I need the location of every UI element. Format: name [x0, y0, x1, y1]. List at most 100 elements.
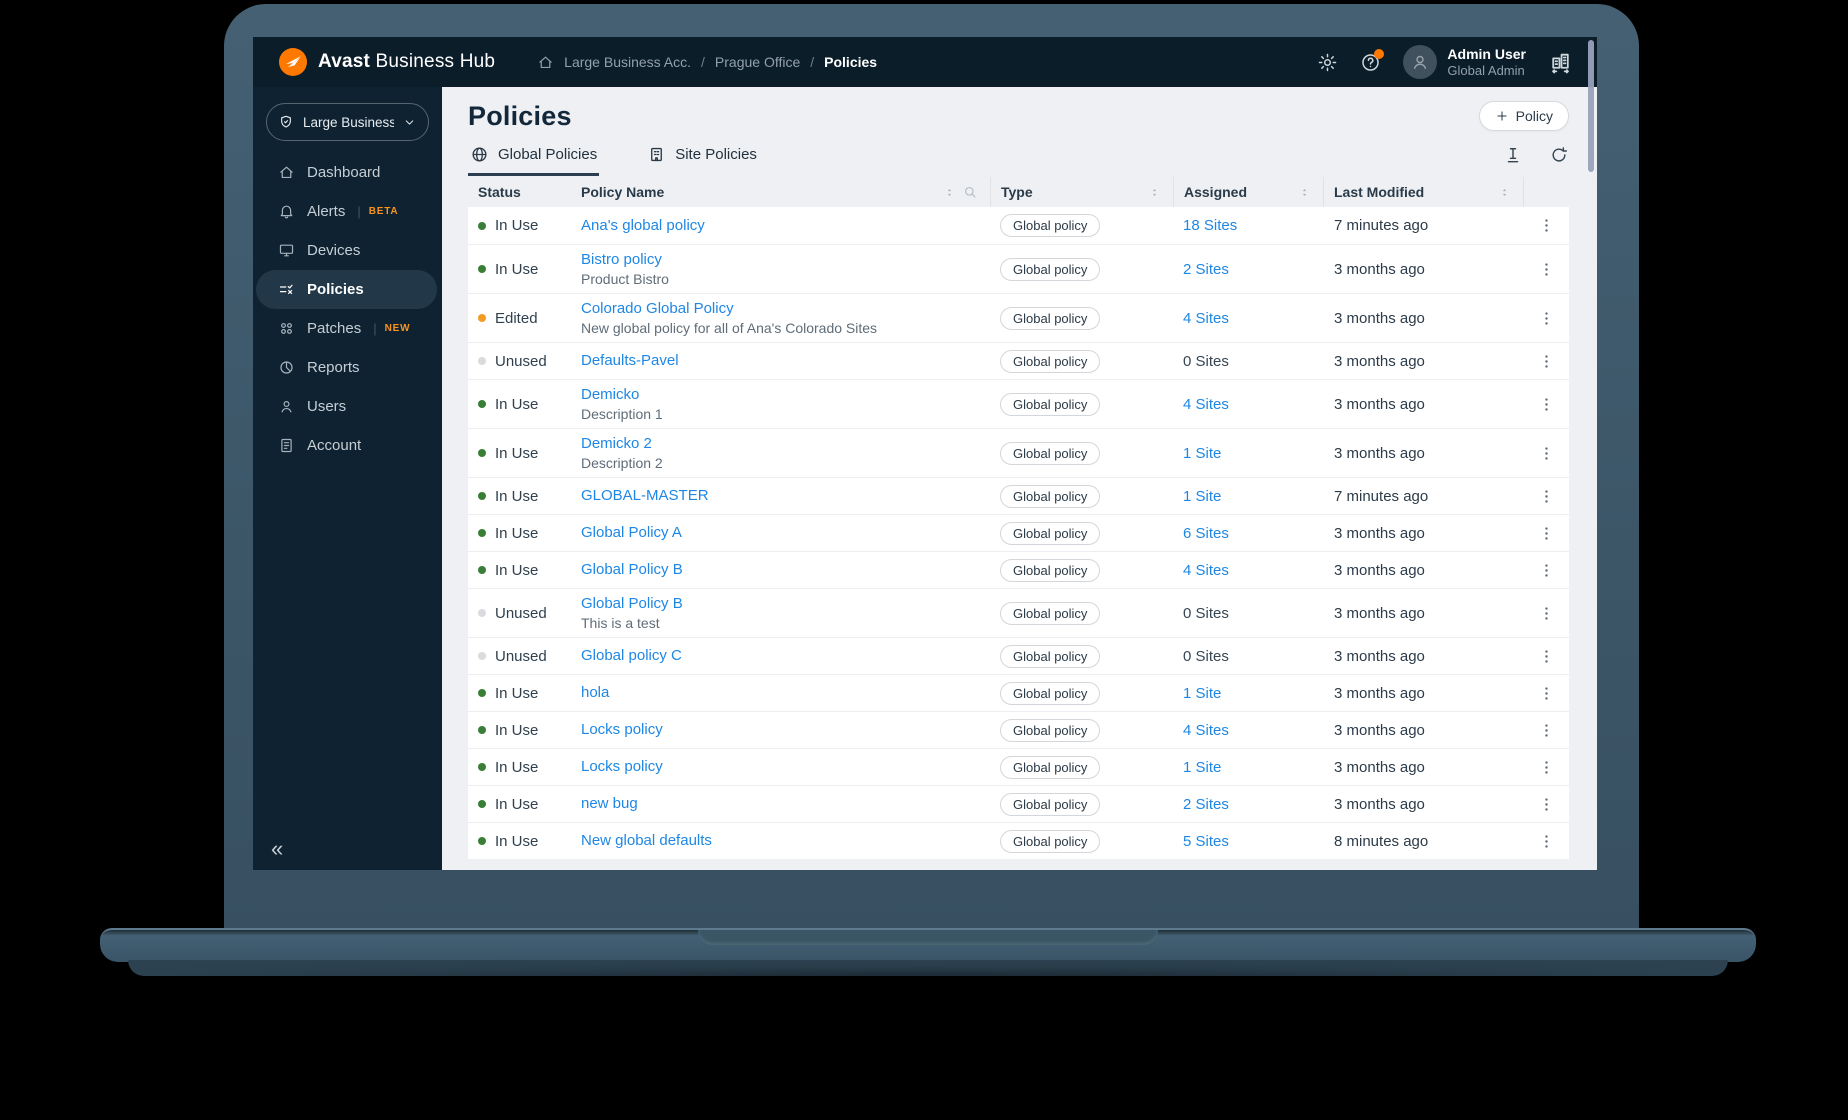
sidebar-item-alerts[interactable]: Alerts | BETA [253, 192, 442, 231]
row-actions-button[interactable] [1523, 310, 1569, 327]
tab-site-policies[interactable]: Site Policies [645, 140, 759, 176]
sidebar-item-users[interactable]: Users [253, 387, 442, 426]
policy-name-link[interactable]: New global defaults [581, 832, 712, 849]
topbar-actions: Admin User Global Admin [1317, 45, 1573, 79]
assigned-cell: 4 Sites [1173, 396, 1323, 413]
row-actions-button[interactable] [1523, 445, 1569, 462]
row-actions-button[interactable] [1523, 488, 1569, 505]
policy-name-link[interactable]: Global policy C [581, 647, 682, 664]
breadcrumb-item[interactable]: Large Business Acc. [564, 54, 691, 70]
row-actions-button[interactable] [1523, 759, 1569, 776]
policy-name-link[interactable]: Locks policy [581, 758, 663, 775]
sidebar-item-reports[interactable]: Reports [253, 348, 442, 387]
account-switcher[interactable]: Large Business Acc. [266, 103, 429, 141]
column-header-type[interactable]: Type [990, 177, 1173, 207]
policy-name-link[interactable]: Global Policy A [581, 524, 682, 541]
app-window: Avast Business Hub Large Business Acc. / P… [253, 37, 1597, 870]
breadcrumb-item[interactable]: Prague Office [715, 54, 800, 70]
assigned-sites-link[interactable]: 4 Sites [1183, 722, 1229, 739]
column-header-last-modified[interactable]: Last Modified [1323, 177, 1523, 207]
gear-icon [1317, 52, 1338, 73]
tab-global-policies[interactable]: Global Policies [468, 140, 600, 176]
assigned-sites-link[interactable]: 1 Site [1183, 488, 1221, 505]
patches-icon [278, 320, 295, 337]
policy-name-link[interactable]: Ana's global policy [581, 217, 705, 234]
assigned-sites-link[interactable]: 4 Sites [1183, 562, 1229, 579]
assigned-sites-link[interactable]: 4 Sites [1183, 310, 1229, 327]
row-actions-button[interactable] [1523, 353, 1569, 370]
column-header-assigned[interactable]: Assigned [1173, 177, 1323, 207]
last-modified-cell: 3 months ago [1334, 444, 1425, 462]
user-menu[interactable]: Admin User Global Admin [1403, 45, 1526, 79]
policy-name-link[interactable]: hola [581, 684, 609, 701]
status-label: In Use [495, 721, 539, 739]
row-actions-button[interactable] [1523, 796, 1569, 813]
row-actions-button[interactable] [1523, 833, 1569, 850]
policy-name-link[interactable]: new bug [581, 795, 638, 812]
row-actions-button[interactable] [1523, 525, 1569, 542]
refresh-icon[interactable] [1549, 145, 1569, 165]
sort-icon[interactable] [1148, 186, 1161, 199]
tabs: Global Policies Site Policies [468, 140, 1569, 176]
row-actions-button[interactable] [1523, 562, 1569, 579]
assigned-sites-link[interactable]: 2 Sites [1183, 261, 1229, 278]
add-policy-button[interactable]: Policy [1478, 101, 1569, 131]
policy-name-link[interactable]: Bistro policy [581, 251, 662, 268]
help-button[interactable] [1360, 48, 1385, 73]
status-cell: In Use [468, 562, 580, 579]
policy-name-cell: Global Policy B This is a test [580, 595, 990, 631]
policy-name-link[interactable]: Demicko [581, 386, 639, 403]
row-actions-button[interactable] [1523, 396, 1569, 413]
settings-button[interactable] [1317, 52, 1338, 73]
policy-name-link[interactable]: Demicko 2 [581, 435, 652, 452]
last-modified-cell: 3 months ago [1334, 524, 1425, 542]
sidebar-collapse-button[interactable]: « [271, 838, 283, 860]
table-row: In Use Ana's global policy Global policy 18… [468, 207, 1569, 244]
row-actions-button[interactable] [1523, 261, 1569, 278]
sidebar-item-devices[interactable]: Devices [253, 231, 442, 270]
assigned-sites-link[interactable]: 6 Sites [1183, 525, 1229, 542]
text-cursor-icon[interactable] [1503, 145, 1523, 165]
assigned-sites-link[interactable]: 1 Site [1183, 759, 1221, 776]
laptop-base [100, 928, 1756, 962]
breadcrumb-separator: / [701, 54, 705, 70]
row-actions-button[interactable] [1523, 217, 1569, 234]
policy-name-link[interactable]: Global Policy B [581, 561, 683, 578]
row-actions-button[interactable] [1523, 685, 1569, 702]
last-modified-cell: 3 months ago [1334, 721, 1425, 739]
policy-name-link[interactable]: Defaults-Pavel [581, 352, 679, 369]
column-header-status[interactable]: Status [468, 177, 580, 207]
policy-type-badge: Global policy [1000, 257, 1101, 281]
column-header-policy-name[interactable]: Policy Name [580, 177, 990, 207]
org-switcher-button[interactable] [1548, 50, 1573, 75]
assigned-sites-link[interactable]: 1 Site [1183, 445, 1221, 462]
row-actions-button[interactable] [1523, 605, 1569, 622]
type-cell: Global policy [990, 681, 1173, 705]
row-actions-button[interactable] [1523, 648, 1569, 665]
status-cell: In Use [468, 396, 580, 413]
sidebar-item-patches[interactable]: Patches | NEW [253, 309, 442, 348]
status-label: Unused [495, 604, 547, 622]
sort-icon[interactable] [1298, 186, 1311, 199]
row-actions-button[interactable] [1523, 722, 1569, 739]
sidebar-item-dashboard[interactable]: Dashboard [253, 153, 442, 192]
assigned-sites-link[interactable]: 18 Sites [1183, 217, 1237, 234]
search-icon[interactable] [962, 184, 978, 200]
assigned-sites-link[interactable]: 1 Site [1183, 685, 1221, 702]
kebab-icon [1538, 833, 1555, 850]
sidebar-item-policies[interactable]: Policies [256, 270, 437, 309]
scrollbar-thumb[interactable] [1588, 40, 1594, 172]
assigned-sites-link[interactable]: 2 Sites [1183, 796, 1229, 813]
sidebar-item-account[interactable]: Account [253, 426, 442, 465]
policy-name-cell: Demicko 2 Description 2 [580, 435, 990, 471]
policy-name-link[interactable]: Colorado Global Policy [581, 300, 734, 317]
policy-name-link[interactable]: Locks policy [581, 721, 663, 738]
sort-icon[interactable] [1498, 186, 1511, 199]
table-row: In Use Locks policy Global policy 4 Sites 3 … [468, 711, 1569, 748]
policy-name-link[interactable]: Global Policy B [581, 595, 683, 612]
assigned-sites-link[interactable]: 5 Sites [1183, 833, 1229, 850]
assigned-sites-link[interactable]: 4 Sites [1183, 396, 1229, 413]
kebab-icon [1538, 217, 1555, 234]
policy-name-link[interactable]: GLOBAL-MASTER [581, 487, 709, 504]
sort-icon[interactable] [943, 186, 956, 199]
